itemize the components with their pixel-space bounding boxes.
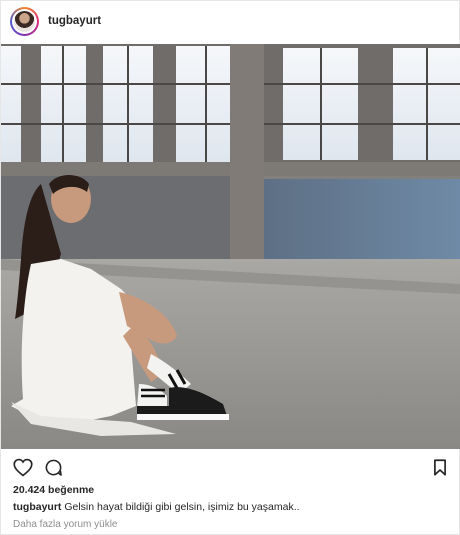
post-header: tugbayurt	[1, 1, 460, 41]
post-actions	[1, 453, 460, 481]
likes-count[interactable]: 20.424 beğenme	[13, 484, 94, 496]
comment-icon[interactable]	[44, 458, 63, 477]
load-more-comments-link[interactable]: Daha fazla yorum yükle	[13, 519, 118, 530]
post-username[interactable]: tugbayurt	[48, 15, 101, 27]
avatar-frame	[12, 8, 37, 34]
caption-username[interactable]: tugbayurt	[13, 501, 61, 513]
instagram-post: tugbayurt 20.424 beğenme tugbayurt Gelsi…	[0, 0, 460, 535]
avatar-image	[14, 10, 35, 32]
heart-icon[interactable]	[13, 458, 33, 477]
post-photo-image	[1, 44, 460, 449]
post-caption: tugbayurt Gelsin hayat bildiği gibi gels…	[13, 501, 300, 513]
caption-text: Gelsin hayat bildiği gibi gelsin, işimiz…	[61, 501, 300, 513]
avatar[interactable]	[10, 6, 39, 36]
bookmark-icon[interactable]	[433, 459, 447, 476]
post-photo[interactable]	[1, 44, 460, 449]
